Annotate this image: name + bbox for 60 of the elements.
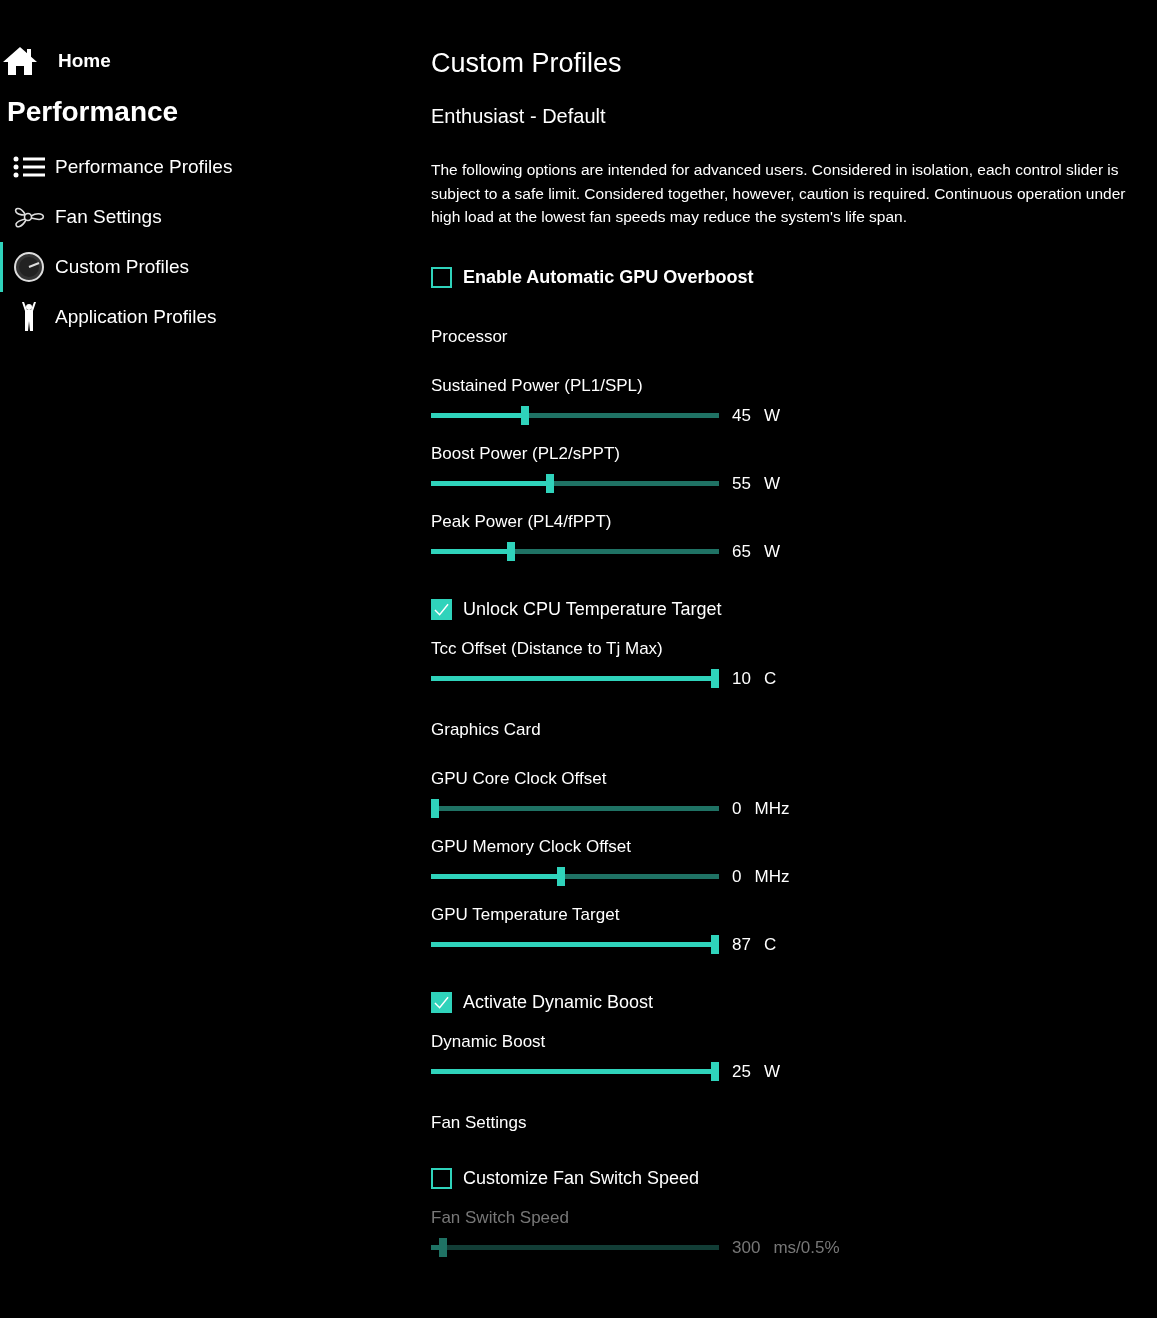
slider-unit: W [763,473,780,494]
slider-value: 0 [732,866,742,887]
slider-label: Peak Power (PL4/fPPT) [431,511,613,532]
slider-label: Sustained Power (PL1/SPL) [431,375,644,396]
slider[interactable] [431,542,719,561]
slider-value: 45 [732,405,751,426]
slider-unit: C [763,668,777,689]
slider-value: 55 [732,473,751,494]
slider[interactable] [431,935,719,954]
nav-item[interactable]: Custom Profiles [0,242,431,292]
slider-label: GPU Temperature Target [431,904,621,925]
slider[interactable] [431,669,719,688]
slider-unit: MHz [754,866,790,887]
nav-item[interactable]: Application Profiles [0,292,431,342]
slider[interactable] [431,406,719,425]
slider[interactable] [431,474,719,493]
slider-value: 25 [732,1061,751,1082]
slider-value: 0 [732,798,742,819]
profile-name: Enthusiast - Default [431,105,607,128]
gauge-icon [12,251,46,283]
slider-label: Boost Power (PL2/sPPT) [431,443,621,464]
slider-label: Tcc Offset (Distance to Tj Max) [431,638,664,659]
slider-unit: W [763,541,780,562]
slider-label: GPU Memory Clock Offset [431,836,632,857]
page-title: Custom Profiles [431,48,623,79]
checkbox[interactable] [431,1167,452,1189]
checkbox-label[interactable]: Unlock CPU Temperature Target [463,598,722,620]
nav-item[interactable]: Fan Settings [0,192,431,242]
slider-unit: MHz [754,798,790,819]
slider-label: Dynamic Boost [431,1031,547,1052]
section-heading: Fan Settings [431,1112,528,1133]
description-text: The following options are intended for advanced users. Considered in isolation, each control slider is subject to a safe limit. Considered together, however, caution is required. Continuous operation under high load at the lowest fan speeds may reduce the system's life span. [431,160,1127,227]
slider-unit: C [763,934,777,955]
slider-value: 65 [732,541,751,562]
slider-value: 300 [732,1237,761,1258]
checkbox[interactable] [431,598,452,620]
slider[interactable] [431,867,719,886]
home-icon[interactable] [2,46,38,76]
checkbox[interactable] [431,991,452,1013]
slider[interactable] [431,799,719,818]
checkbox[interactable] [431,266,452,288]
checkmark-icon [434,602,449,616]
list-icon [12,155,46,179]
slider-value: 10 [732,668,751,689]
checkmark-icon [434,995,449,1009]
checkbox-label[interactable]: Activate Dynamic Boost [463,991,654,1013]
checkbox-label[interactable]: Enable Automatic GPU Overboost [463,266,754,288]
slider-unit: W [763,405,780,426]
section-heading: Processor [431,326,509,347]
slider-unit: ms/0.5% [773,1237,840,1258]
slider-label: GPU Core Clock Offset [431,768,608,789]
checkbox-label[interactable]: Customize Fan Switch Speed [463,1167,700,1189]
nav-item[interactable]: Performance Profiles [0,142,431,192]
slider-label: Fan Switch Speed [431,1207,570,1228]
section-heading: Graphics Card [431,719,542,740]
slider-value: 87 [732,934,751,955]
home-link[interactable]: Home [58,50,111,72]
slider-unit: W [763,1061,780,1082]
section-title: Performance [7,96,180,128]
slider[interactable] [431,1062,719,1081]
